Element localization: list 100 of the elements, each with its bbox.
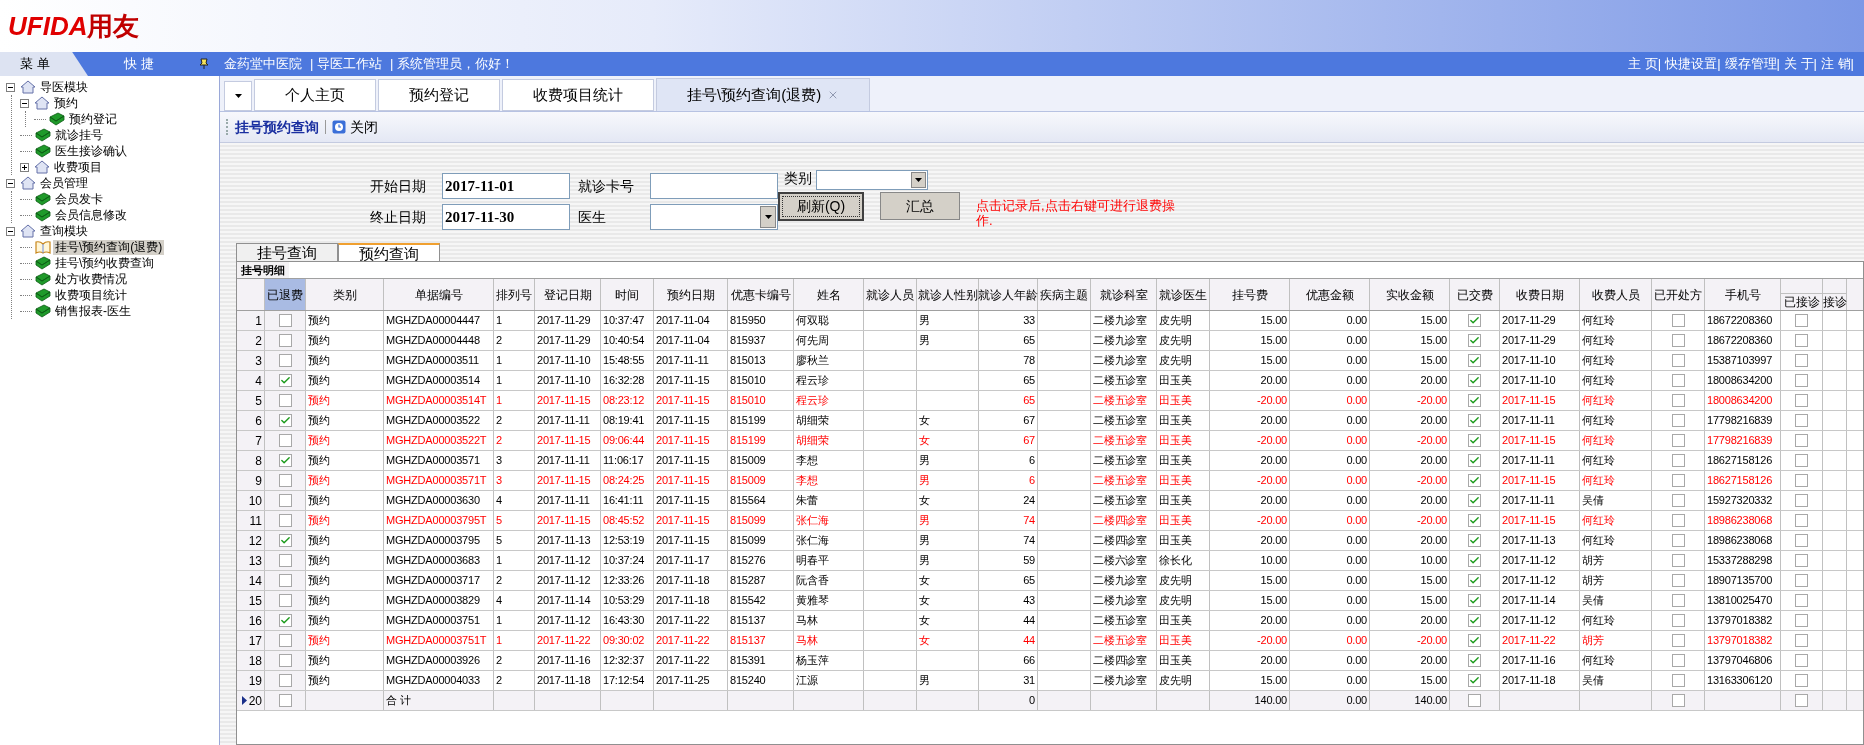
checkbox[interactable] [1795,614,1808,627]
checkbox[interactable] [1795,314,1808,327]
checkbox[interactable] [278,594,292,607]
refresh-button[interactable]: 刷新(Q) [778,192,864,221]
sub-tab[interactable]: 挂号查询 [236,243,338,261]
collapse-toggle[interactable] [20,98,29,108]
date-field[interactable]: 2017-11-01 [442,173,570,199]
close-button[interactable]: 关闭 [332,116,378,138]
quick-tab[interactable]: 快 捷 [124,54,184,74]
summary-button[interactable]: 汇总 [880,192,960,220]
checkbox[interactable] [1468,654,1481,667]
column-header[interactable]: 就诊人员 [864,279,916,310]
column-header[interactable]: 接诊 [1823,293,1846,310]
tree-item[interactable]: 收费项目 [52,159,104,175]
checkbox[interactable] [1671,334,1685,347]
checkbox[interactable] [1468,614,1481,627]
checkbox[interactable] [278,334,292,347]
tab[interactable]: 收费项目统计 [502,79,654,111]
checkbox[interactable] [1671,354,1685,367]
checkbox[interactable] [278,414,292,427]
tree-item[interactable]: 会员信息修改 [53,207,129,223]
column-header[interactable]: 优惠金额 [1290,279,1369,310]
checkbox[interactable] [1795,374,1808,387]
checkbox[interactable] [278,514,292,527]
checkbox[interactable] [278,314,292,327]
checkbox[interactable] [1671,454,1685,467]
column-header[interactable]: 优惠卡编号 [728,279,793,310]
checkbox[interactable] [278,394,292,407]
checkbox[interactable] [1795,574,1808,587]
checkbox[interactable] [278,534,292,547]
checkbox[interactable] [1468,474,1481,487]
expand-toggle[interactable] [20,162,29,172]
checkbox[interactable] [1671,514,1685,527]
tree-item[interactable]: 会员管理 [38,175,90,191]
checkbox[interactable] [1671,614,1685,627]
column-header[interactable]: 挂号费 [1210,279,1289,310]
tree-item[interactable]: 挂号\预约收费查询 [53,255,157,271]
checkbox[interactable] [1671,374,1685,387]
header-link[interactable]: 快捷设置| [1665,54,1721,74]
caret-icon[interactable] [764,215,772,219]
checkbox[interactable] [278,494,292,507]
column-header[interactable]: 预约日期 [654,279,727,310]
tree-item[interactable]: 收费项目统计 [53,287,129,303]
tree-item[interactable]: 销售报表-医生 [53,303,133,319]
checkbox[interactable] [1468,334,1481,347]
checkbox[interactable] [1671,494,1685,507]
column-header[interactable]: 手机号 [1705,279,1780,310]
checkbox[interactable] [278,694,292,707]
checkbox[interactable] [1671,634,1685,647]
tree-item[interactable]: 医生接诊确认 [53,143,129,159]
checkbox[interactable] [1671,654,1685,667]
column-header[interactable]: 已退费 [265,279,305,310]
column-header[interactable]: 就诊人年龄 [979,279,1037,310]
column-header[interactable]: 已接诊 [1781,293,1822,310]
checkbox[interactable] [278,434,292,447]
collapse-toggle[interactable] [6,82,15,92]
checkbox[interactable] [1671,534,1685,547]
column-header[interactable]: 就诊科室 [1091,279,1156,310]
checkbox[interactable] [1468,694,1481,707]
checkbox[interactable] [1671,674,1685,687]
checkbox[interactable] [1468,434,1481,447]
column-header[interactable]: 收费人员 [1580,279,1651,310]
caret-icon[interactable] [915,178,922,182]
column-header[interactable]: 时间 [601,279,653,310]
header-link[interactable]: 关 于| [1784,54,1817,74]
column-header[interactable]: 类别 [306,279,383,310]
checkbox[interactable] [1468,594,1481,607]
checkbox[interactable] [1468,574,1481,587]
menu-tab[interactable]: 菜 单 [0,52,88,76]
tree-item[interactable]: 挂号\预约查询(退费) [53,239,165,255]
tree-item[interactable]: 预约 [52,95,80,111]
checkbox[interactable] [278,614,292,627]
checkbox[interactable] [1468,514,1481,527]
column-header[interactable]: 就诊医生 [1157,279,1209,310]
checkbox[interactable] [1468,314,1481,327]
column-header[interactable]: 已开处方 [1652,279,1704,310]
checkbox[interactable] [1468,634,1481,647]
column-header[interactable]: 疾病主题 [1038,279,1090,310]
column-header[interactable]: 已交费 [1450,279,1499,310]
checkbox[interactable] [1795,694,1808,707]
checkbox[interactable] [278,654,292,667]
header-link[interactable]: 缓存管理| [1724,54,1780,74]
checkbox[interactable] [1468,674,1481,687]
tree-item[interactable]: 处方收费情况 [53,271,129,287]
tab-menu-button[interactable] [224,81,252,111]
checkbox[interactable] [278,634,292,647]
checkbox[interactable] [1795,654,1808,667]
checkbox[interactable] [1795,414,1808,427]
tab[interactable]: 挂号\预约查询(退费) [656,78,871,111]
checkbox[interactable] [278,354,292,367]
tree-item[interactable]: 就诊挂号 [53,127,105,143]
column-header[interactable]: 姓名 [794,279,863,310]
checkbox[interactable] [1468,494,1481,507]
column-header[interactable]: 登记日期 [535,279,600,310]
checkbox[interactable] [278,574,292,587]
checkbox[interactable] [1468,374,1481,387]
checkbox[interactable] [278,554,292,567]
tree-item[interactable]: 会员发卡 [53,191,105,207]
checkbox[interactable] [278,674,292,687]
checkbox[interactable] [1671,694,1685,707]
